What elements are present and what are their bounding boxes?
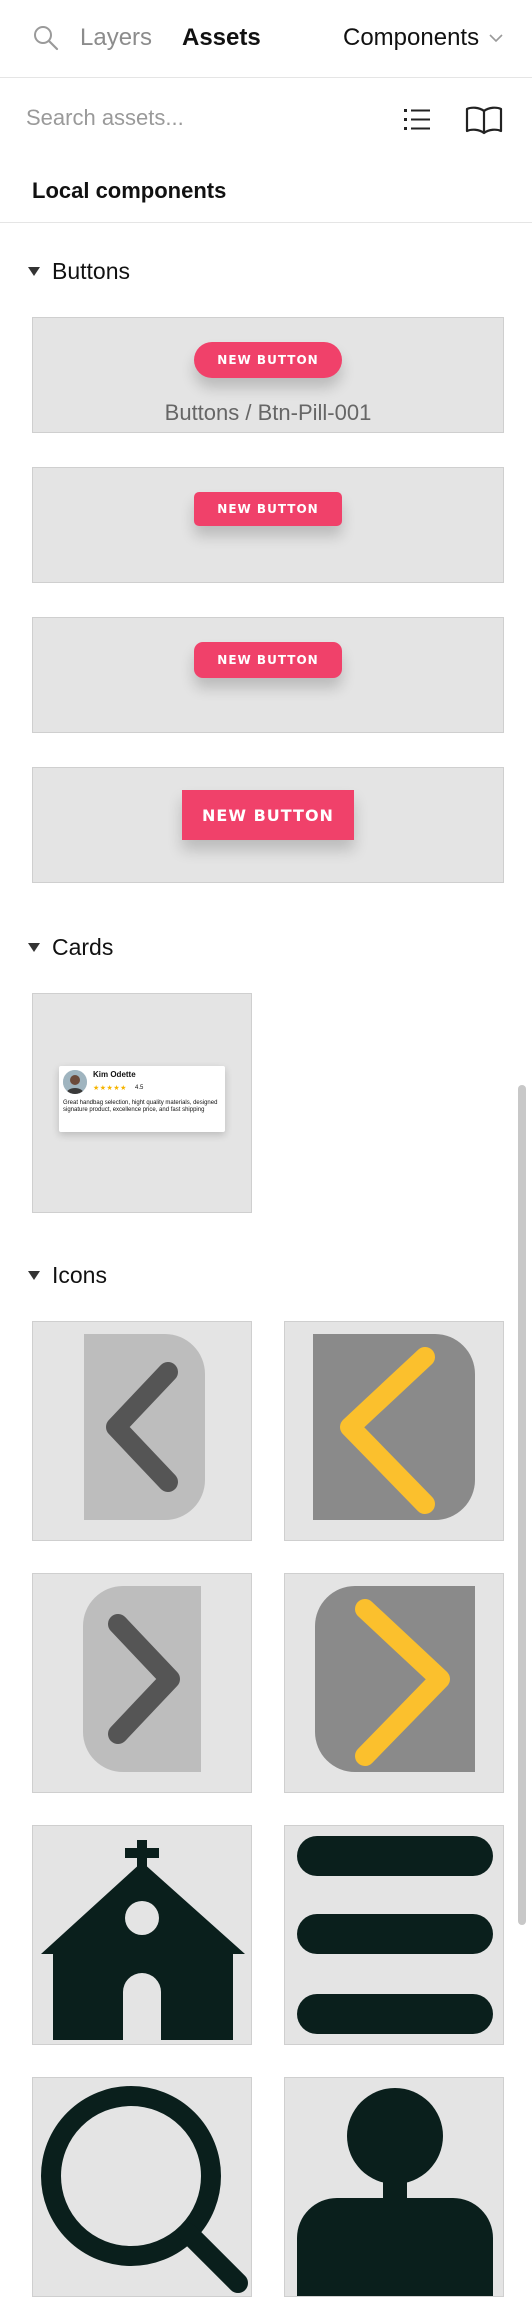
local-components-heading: Local components <box>32 178 227 203</box>
component-tile-icon-chevron-left-yellow[interactable] <box>284 1321 504 1541</box>
component-tile-icon-menu[interactable] <box>284 1825 504 2045</box>
top-bar: Layers Assets Components <box>0 0 532 78</box>
component-tile-button-2[interactable]: NEW BUTTON <box>32 467 504 583</box>
library-book-icon[interactable] <box>464 104 504 136</box>
component-tile-button-4[interactable]: NEW BUTTON <box>32 767 504 883</box>
tab-assets[interactable]: Assets <box>182 24 261 52</box>
chevron-right-yellow-icon <box>315 1586 475 1772</box>
component-tile-card[interactable]: Kim Odette ★★★★★ 4.5 Great handbag selec… <box>32 993 252 1213</box>
tab-layers[interactable]: Layers <box>80 24 152 52</box>
divider <box>0 222 532 223</box>
menu-icon <box>297 1836 493 2034</box>
component-tile-icon-church[interactable] <box>32 1825 252 2045</box>
avatar <box>63 1070 87 1094</box>
card-rating-value: 4.5 <box>135 1085 144 1091</box>
component-tile-icon-chevron-left-gray[interactable] <box>32 1321 252 1541</box>
triangle-down-icon <box>28 1270 40 1280</box>
user-icon <box>297 2088 493 2296</box>
search-input[interactable] <box>24 96 388 140</box>
component-tile-icon-chevron-right-yellow[interactable] <box>284 1573 504 1793</box>
list-view-icon[interactable] <box>402 104 434 136</box>
components-dropdown-label: Components <box>343 24 480 51</box>
component-tile-btn-pill-001[interactable]: NEW BUTTON Buttons / Btn-Pill-001 <box>32 317 504 433</box>
group-title-buttons: Buttons <box>52 258 130 284</box>
church-icon <box>41 1840 245 2040</box>
triangle-down-icon <box>28 266 40 276</box>
search-row <box>0 78 532 160</box>
group-header-buttons[interactable]: Buttons <box>28 256 130 286</box>
button-preview-soft: NEW BUTTON <box>194 642 342 678</box>
search-icon <box>41 2086 248 2293</box>
triangle-down-icon <box>28 942 40 952</box>
card-rating-stars: ★★★★★ <box>93 1085 127 1092</box>
group-header-icons[interactable]: Icons <box>28 1260 107 1290</box>
group-title-icons: Icons <box>52 1262 107 1288</box>
component-tile-icon-chevron-right-gray[interactable] <box>32 1573 252 1793</box>
card-review-text: Great handbag selection, hight quality m… <box>63 1100 218 1113</box>
button-preview-square: NEW BUTTON <box>182 790 354 840</box>
chevron-down-icon <box>489 34 503 43</box>
component-tile-button-3[interactable]: NEW BUTTON <box>32 617 504 733</box>
group-title-cards: Cards <box>52 934 114 960</box>
card-author-name: Kim Odette <box>93 1070 136 1079</box>
component-caption: Buttons / Btn-Pill-001 <box>164 400 372 425</box>
group-header-cards[interactable]: Cards <box>28 932 113 962</box>
components-dropdown[interactable]: Components <box>343 24 503 52</box>
button-preview-pill: NEW BUTTON <box>194 342 342 378</box>
chevron-left-gray-icon <box>84 1334 205 1520</box>
search-icon[interactable] <box>32 24 60 52</box>
chevron-right-gray-icon <box>83 1586 201 1772</box>
review-card-preview: Kim Odette ★★★★★ 4.5 Great handbag selec… <box>59 1066 225 1132</box>
chevron-left-yellow-icon <box>313 1334 475 1520</box>
button-preview-rounded: NEW BUTTON <box>194 492 342 526</box>
scrollbar-thumb[interactable] <box>518 1085 526 1925</box>
component-tile-icon-search[interactable] <box>32 2077 252 2297</box>
component-tile-icon-user[interactable] <box>284 2077 504 2297</box>
